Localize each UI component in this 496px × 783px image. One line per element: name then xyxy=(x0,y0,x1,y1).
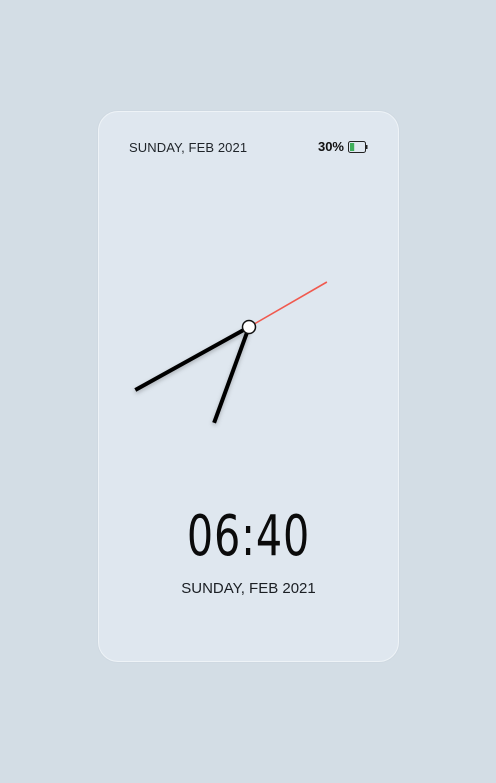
clock-center-pin xyxy=(241,319,257,335)
second-hand xyxy=(248,281,328,328)
digital-date: SUNDAY, FEB 2021 xyxy=(181,580,316,597)
phone-card: SUNDAY, FEB 2021 30% 06:40 SUNDAY, FEB 2… xyxy=(98,111,399,662)
digital-time: 06:40 xyxy=(186,504,311,569)
analog-clock xyxy=(134,281,328,424)
minute-hand xyxy=(134,325,250,392)
